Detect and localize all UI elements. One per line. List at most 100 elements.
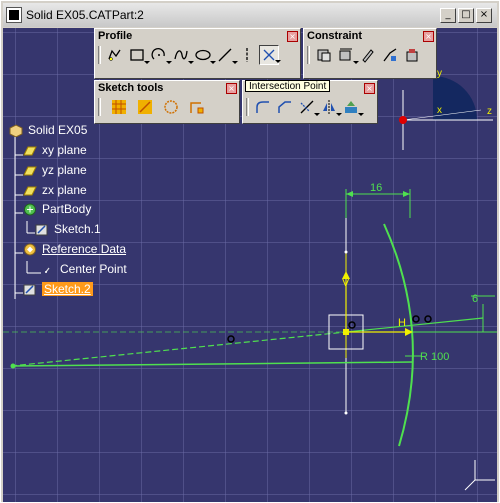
intersection-point-tooltip: Intersection Point bbox=[245, 80, 331, 92]
profile-button[interactable] bbox=[105, 45, 125, 65]
vertical-axis-bottom-point bbox=[344, 411, 348, 415]
app-icon bbox=[7, 8, 21, 22]
specification-tree: Solid EX05 xy plane yz plane zx plane Pa… bbox=[3, 123, 203, 353]
spline-button[interactable] bbox=[171, 45, 194, 65]
project-3d-icon bbox=[345, 101, 357, 113]
minimize-button[interactable]: _ bbox=[440, 7, 456, 23]
compass-x-label: x bbox=[437, 105, 442, 116]
reference-icon bbox=[24, 243, 36, 255]
profile-toolbar-header: Profile × bbox=[95, 29, 300, 43]
v-label: V bbox=[342, 277, 350, 289]
sketch-tools-buttons bbox=[95, 95, 239, 119]
tree-item-partbody[interactable]: PartBody bbox=[23, 202, 91, 216]
axis-button[interactable] bbox=[237, 45, 257, 65]
sketch-tools-close[interactable]: × bbox=[226, 82, 237, 94]
profile-toolbar-close[interactable]: × bbox=[287, 30, 298, 42]
line-button[interactable] bbox=[215, 45, 238, 65]
plane-icon bbox=[23, 166, 37, 175]
point-button[interactable] bbox=[259, 45, 281, 65]
tree-item-sketch-1[interactable]: Sketch.1 bbox=[35, 222, 101, 236]
part-icon bbox=[9, 123, 23, 137]
ellipse-icon bbox=[195, 49, 211, 61]
constraint-toolbar-close[interactable]: × bbox=[423, 30, 434, 42]
point-icon bbox=[45, 267, 50, 273]
body-icon bbox=[24, 203, 36, 215]
vertical-axis-top-point bbox=[344, 250, 348, 254]
tree-item-xy-plane[interactable]: xy plane bbox=[23, 143, 87, 157]
close-button[interactable]: × bbox=[476, 7, 492, 23]
chamfer-icon bbox=[278, 101, 291, 113]
constraint-dialog-button[interactable] bbox=[314, 45, 334, 65]
profile-icon bbox=[108, 49, 121, 61]
right-line[interactable] bbox=[345, 317, 484, 333]
trim-button[interactable] bbox=[297, 97, 320, 117]
operation-toolbar-close[interactable]: × bbox=[364, 82, 375, 94]
profile-toolbar: Profile × bbox=[94, 28, 301, 79]
compass-origin[interactable] bbox=[399, 116, 407, 124]
title-bar: Solid EX05.CATPart:2 _ □ × bbox=[3, 3, 497, 27]
coincidence-symbol-3 bbox=[412, 315, 420, 323]
rectangle-icon bbox=[130, 49, 144, 61]
circle-button[interactable] bbox=[149, 45, 172, 65]
tree-item-center-point[interactable]: Center Point bbox=[41, 262, 127, 276]
rectangle-button[interactable] bbox=[127, 45, 150, 65]
constraint-icon bbox=[339, 48, 352, 61]
mirror-icon bbox=[323, 100, 335, 114]
toolbar-grip[interactable] bbox=[98, 46, 101, 64]
constraint-button[interactable] bbox=[336, 45, 359, 65]
animate-constraint-icon bbox=[383, 48, 397, 62]
compass-y-label: y bbox=[437, 68, 442, 79]
constraint-toolbar-title: Constraint bbox=[307, 30, 362, 42]
radius-label[interactable]: R 100 bbox=[420, 351, 449, 363]
axis-icon bbox=[246, 48, 248, 62]
sketch-icon bbox=[23, 284, 36, 295]
toolbar-grip[interactable] bbox=[98, 98, 101, 116]
toolbar-grip[interactable] bbox=[246, 98, 249, 116]
tree-item-yz-plane[interactable]: yz plane bbox=[23, 163, 87, 177]
circle-icon bbox=[151, 48, 165, 60]
geometric-constraints-button[interactable] bbox=[187, 97, 207, 117]
edit-constraint-button[interactable] bbox=[358, 45, 378, 65]
tree-item-zx-plane[interactable]: zx plane bbox=[23, 183, 87, 197]
profile-toolbar-buttons bbox=[95, 43, 300, 67]
corner-button[interactable] bbox=[253, 97, 273, 117]
bottom-line[interactable] bbox=[10, 361, 414, 367]
coincidence-symbol-2 bbox=[348, 321, 356, 329]
constraint-toolbar-header: Constraint × bbox=[304, 29, 436, 43]
maximize-button[interactable]: □ bbox=[458, 7, 474, 23]
plane-icon bbox=[23, 146, 37, 155]
tree-item-reference-data[interactable]: Reference Data bbox=[23, 242, 126, 256]
sketch-tools-title: Sketch tools bbox=[98, 82, 164, 94]
constraint-toolbar: Constraint × bbox=[303, 28, 437, 79]
coincidence-symbol-4 bbox=[424, 315, 432, 323]
profile-arc[interactable] bbox=[383, 223, 414, 447]
grid-button[interactable] bbox=[109, 97, 129, 117]
dimension-16-label[interactable]: 16 bbox=[370, 182, 382, 194]
auto-constraint-icon bbox=[406, 49, 418, 62]
compass-z-label: z bbox=[487, 106, 492, 117]
operation-toolbar-buttons bbox=[243, 95, 377, 119]
coincidence-symbol-1 bbox=[227, 335, 235, 343]
ellipse-button[interactable] bbox=[193, 45, 216, 65]
sketch-tools-toolbar: Sketch tools × bbox=[94, 80, 240, 124]
project-3d-button[interactable] bbox=[341, 97, 364, 117]
corner-icon bbox=[256, 101, 269, 113]
chamfer-button[interactable] bbox=[275, 97, 295, 117]
construction-icon bbox=[164, 100, 178, 114]
tree-item-sketch-2[interactable]: Sketch.2 bbox=[23, 282, 93, 296]
sketch-tools-header: Sketch tools × bbox=[95, 81, 239, 95]
snap-to-point-button[interactable] bbox=[135, 97, 155, 117]
sketch-canvas[interactable]: 16 6 R 100 H V x y z Profile × Constrain… bbox=[3, 28, 497, 502]
animate-constraint-button[interactable] bbox=[380, 45, 400, 65]
pencil-icon bbox=[362, 49, 374, 63]
sketch-icon bbox=[35, 224, 48, 235]
dimension-6-label[interactable]: 6 bbox=[472, 293, 478, 305]
auto-constraint-button[interactable] bbox=[402, 45, 422, 65]
construction-element-button[interactable] bbox=[161, 97, 181, 117]
grid-icon bbox=[112, 100, 126, 114]
tree-item-solid-ex05[interactable]: Solid EX05 bbox=[9, 123, 87, 137]
toolbar-grip[interactable] bbox=[307, 46, 310, 64]
dimension-16-arrow-right bbox=[403, 191, 410, 197]
mirror-button[interactable] bbox=[319, 97, 342, 117]
axis-icon-d bbox=[464, 479, 476, 491]
